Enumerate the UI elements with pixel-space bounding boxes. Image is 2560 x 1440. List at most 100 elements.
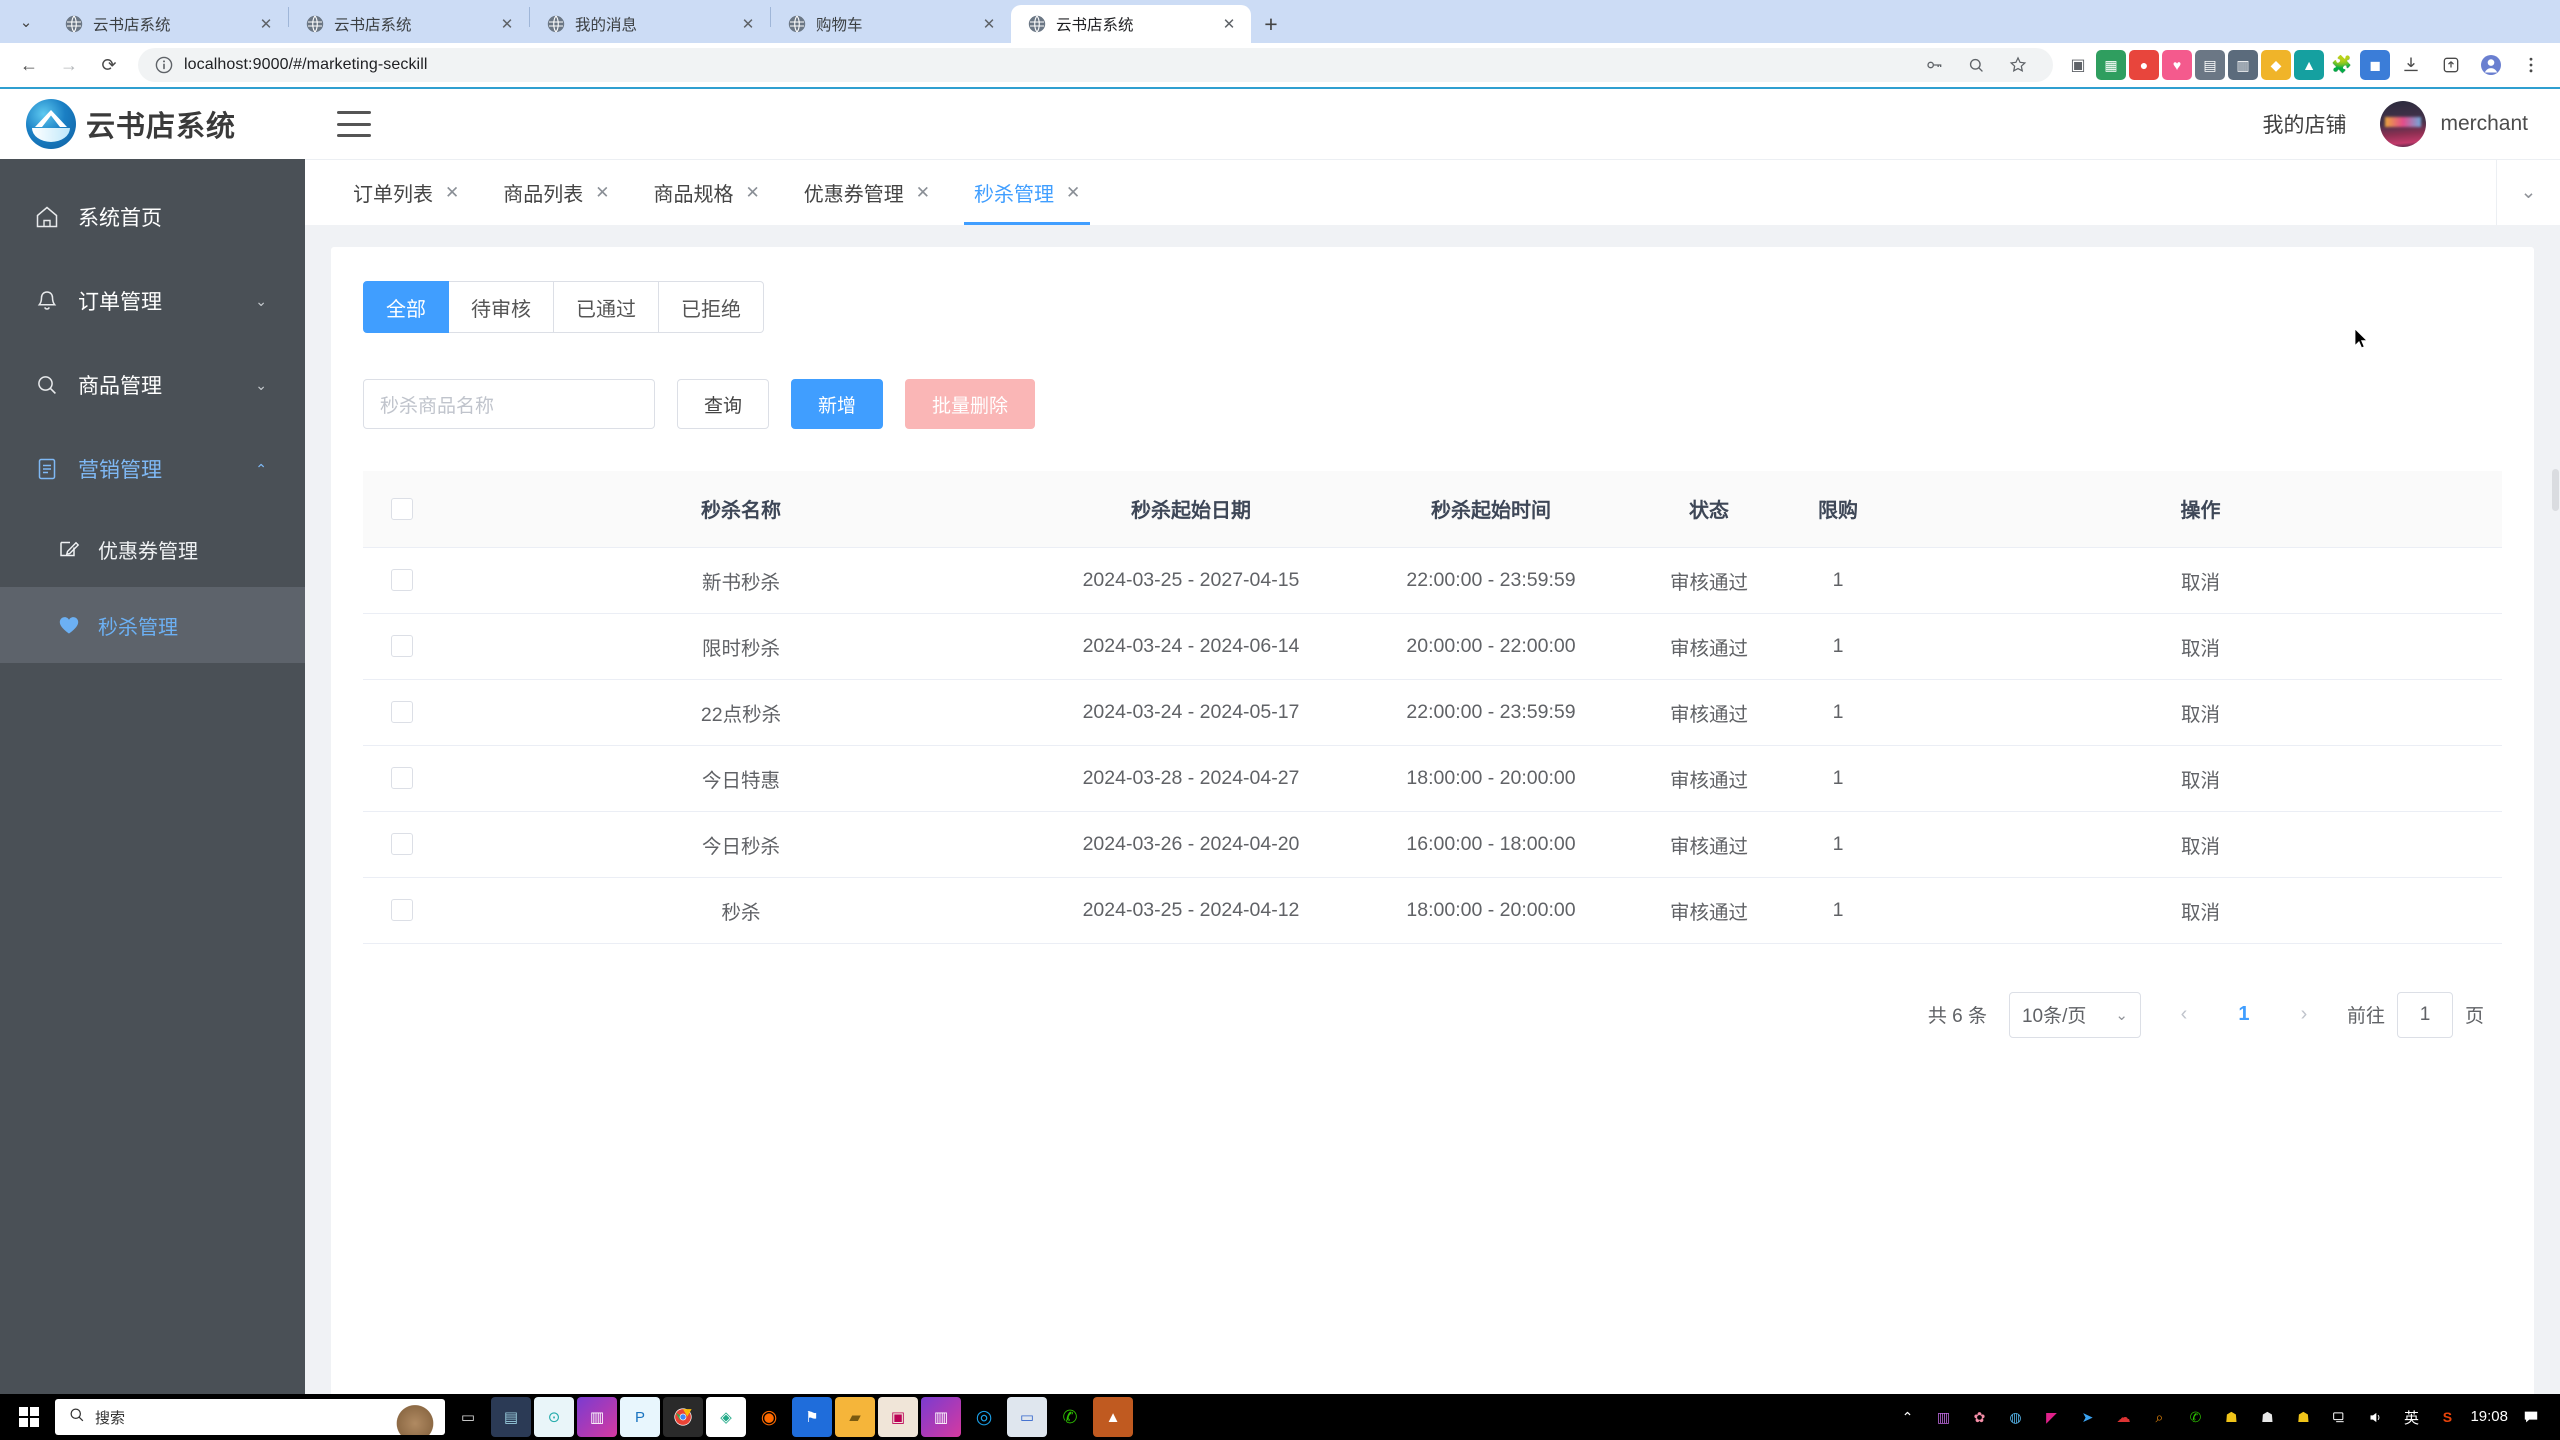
cancel-link[interactable]: 取消 bbox=[1899, 679, 2502, 746]
extension-icon-gray[interactable]: ▤ bbox=[2195, 50, 2225, 80]
row-checkbox[interactable] bbox=[391, 635, 413, 658]
tray-icon-dingtalk[interactable]: ➤ bbox=[2074, 1404, 2100, 1430]
app-icon-barcode[interactable]: ▥ bbox=[577, 1397, 617, 1437]
close-icon[interactable]: ✕ bbox=[746, 183, 760, 203]
browser-menu-icon[interactable] bbox=[2512, 46, 2550, 84]
share-icon[interactable] bbox=[2432, 46, 2470, 84]
address-bar[interactable]: localhost:9000/#/marketing-seckill bbox=[138, 48, 2053, 82]
browser-tab-4[interactable]: 购物车 ✕ bbox=[771, 5, 1011, 43]
close-icon[interactable]: ✕ bbox=[736, 12, 760, 36]
row-checkbox[interactable] bbox=[391, 899, 413, 922]
zoom-icon[interactable] bbox=[1957, 46, 1995, 84]
extension-icon-puzzle[interactable]: 🧩 bbox=[2327, 50, 2357, 80]
close-icon[interactable]: ✕ bbox=[595, 183, 609, 203]
app-icon-widget[interactable]: ▤ bbox=[491, 1397, 531, 1437]
app-icon-robot[interactable]: ⊙ bbox=[534, 1397, 574, 1437]
row-checkbox[interactable] bbox=[391, 569, 413, 592]
app-icon-barcode2[interactable]: ▥ bbox=[921, 1397, 961, 1437]
filter-rejected[interactable]: 已拒绝 bbox=[659, 281, 764, 333]
tray-icon-qq1[interactable]: ☗ bbox=[2218, 1404, 2244, 1430]
browser-tab-3[interactable]: 我的消息 ✕ bbox=[530, 5, 770, 43]
taskbar-search[interactable]: 搜索 bbox=[55, 1399, 445, 1435]
close-icon[interactable]: ✕ bbox=[916, 183, 930, 203]
sidebar-item-products[interactable]: 商品管理 ⌄ bbox=[0, 343, 305, 427]
row-checkbox[interactable] bbox=[391, 767, 413, 790]
page-scrollbar[interactable] bbox=[2550, 89, 2560, 1394]
sidebar-item-orders[interactable]: 订单管理 ⌄ bbox=[0, 259, 305, 343]
table-row[interactable]: 今日秒杀 2024-03-26 - 2024-04-20 16:00:00 - … bbox=[363, 811, 2502, 878]
app-icon-teamviewer[interactable]: ◎ bbox=[964, 1397, 1004, 1437]
notification-center-icon[interactable] bbox=[2518, 1404, 2544, 1430]
tray-icon-search-orange[interactable]: ⌕ bbox=[2146, 1404, 2172, 1430]
browser-tab-1[interactable]: 云书店系统 ✕ bbox=[48, 5, 288, 43]
jump-page-input[interactable]: 1 bbox=[2396, 991, 2453, 1038]
app-icon-pdf[interactable]: P bbox=[620, 1397, 660, 1437]
tab-search-chevron-icon[interactable]: ⌄ bbox=[4, 0, 48, 43]
taskbar-clock[interactable]: 19:08 bbox=[2470, 1408, 2508, 1426]
extension-icon-pink[interactable]: ♥ bbox=[2162, 50, 2192, 80]
select-all-checkbox[interactable] bbox=[391, 497, 413, 520]
cancel-link[interactable]: 取消 bbox=[1899, 877, 2502, 944]
app-icon-wechat[interactable]: ✆ bbox=[1050, 1397, 1090, 1437]
tray-icon-wechat[interactable]: ✆ bbox=[2182, 1404, 2208, 1430]
filter-all[interactable]: 全部 bbox=[363, 281, 449, 333]
app-icon-explorer[interactable]: ▰ bbox=[835, 1397, 875, 1437]
reload-icon[interactable]: ⟳ bbox=[90, 46, 128, 84]
filter-approved[interactable]: 已通过 bbox=[554, 281, 659, 333]
sidebar-item-coupon-management[interactable]: 优惠券管理 bbox=[0, 511, 305, 587]
hamburger-icon[interactable] bbox=[337, 111, 371, 137]
extension-icon-yellow[interactable]: ◆ bbox=[2261, 50, 2291, 80]
table-row[interactable]: 秒杀 2024-03-25 - 2024-04-12 18:00:00 - 20… bbox=[363, 877, 2502, 944]
app-icon-monitor[interactable]: ▭ bbox=[1007, 1397, 1047, 1437]
extension-icon-folder[interactable]: ▥ bbox=[2228, 50, 2258, 80]
page-size-select[interactable]: 10条/页 ⌄ bbox=[2008, 991, 2141, 1038]
tray-icon-cloud-red[interactable]: ☁ bbox=[2110, 1404, 2136, 1430]
extension-icon-teal[interactable]: ▲ bbox=[2294, 50, 2324, 80]
info-icon[interactable] bbox=[154, 55, 174, 75]
extension-icon-red[interactable]: ● bbox=[2129, 50, 2159, 80]
tray-icon-cloud-sync[interactable]: ◍ bbox=[2002, 1404, 2028, 1430]
scrollbar-thumb[interactable] bbox=[2552, 469, 2559, 511]
tray-icon-qq3[interactable]: ☗ bbox=[2290, 1404, 2316, 1430]
cancel-link[interactable]: 取消 bbox=[1899, 547, 2502, 614]
ime-language-indicator[interactable]: 英 bbox=[2398, 1404, 2424, 1430]
forward-icon[interactable]: → bbox=[50, 46, 88, 84]
tray-icon-barcode[interactable]: ▥ bbox=[1930, 1404, 1956, 1430]
tab-seckill-management[interactable]: 秒杀管理 ✕ bbox=[952, 160, 1102, 225]
table-row[interactable]: 新书秒杀 2024-03-25 - 2027-04-15 22:00:00 - … bbox=[363, 547, 2502, 614]
tray-icon-volume[interactable] bbox=[2362, 1404, 2388, 1430]
cancel-link[interactable]: 取消 bbox=[1899, 811, 2502, 878]
row-checkbox[interactable] bbox=[391, 833, 413, 856]
row-checkbox[interactable] bbox=[391, 701, 413, 724]
tray-icon-sogou[interactable]: S bbox=[2434, 1404, 2460, 1430]
tab-coupon-management[interactable]: 优惠券管理 ✕ bbox=[782, 160, 952, 225]
table-row[interactable]: 今日特惠 2024-03-28 - 2024-04-27 18:00:00 - … bbox=[363, 745, 2502, 812]
back-icon[interactable]: ← bbox=[10, 46, 48, 84]
app-icon-chrome[interactable] bbox=[663, 1397, 703, 1437]
tray-icon-qq2[interactable]: ☗ bbox=[2254, 1404, 2280, 1430]
close-icon[interactable]: ✕ bbox=[254, 12, 278, 36]
extension-icon-blue[interactable]: ◼ bbox=[2360, 50, 2390, 80]
app-icon-firefox[interactable]: ◉ bbox=[749, 1397, 789, 1437]
sidebar-item-home[interactable]: 系统首页 bbox=[0, 175, 305, 259]
tab-product-spec[interactable]: 商品规格 ✕ bbox=[632, 160, 782, 225]
tab-product-list[interactable]: 商品列表 ✕ bbox=[481, 160, 631, 225]
app-icon-flash[interactable]: ⚑ bbox=[792, 1397, 832, 1437]
table-row[interactable]: 限时秒杀 2024-03-24 - 2024-06-14 20:00:00 - … bbox=[363, 613, 2502, 680]
close-icon[interactable]: ✕ bbox=[495, 12, 519, 36]
app-icon-photos[interactable]: ▣ bbox=[878, 1397, 918, 1437]
password-key-icon[interactable] bbox=[1915, 46, 1953, 84]
app-logo[interactable]: 云书店系统 bbox=[0, 89, 305, 159]
profile-avatar-icon[interactable] bbox=[2472, 46, 2510, 84]
start-button[interactable] bbox=[6, 1394, 52, 1440]
app-icon-store[interactable]: ◈ bbox=[706, 1397, 746, 1437]
my-shop-link[interactable]: 我的店铺 bbox=[2262, 109, 2346, 139]
filter-pending[interactable]: 待审核 bbox=[449, 281, 554, 333]
query-button[interactable]: 查询 bbox=[677, 379, 770, 429]
taskview-icon[interactable]: ▭ bbox=[448, 1397, 488, 1437]
extension-icon-green[interactable]: ▦ bbox=[2096, 50, 2126, 80]
add-button[interactable]: 新增 bbox=[791, 379, 884, 429]
tab-order-list[interactable]: 订单列表 ✕ bbox=[331, 160, 481, 225]
cancel-link[interactable]: 取消 bbox=[1899, 613, 2502, 680]
cancel-link[interactable]: 取消 bbox=[1899, 745, 2502, 812]
